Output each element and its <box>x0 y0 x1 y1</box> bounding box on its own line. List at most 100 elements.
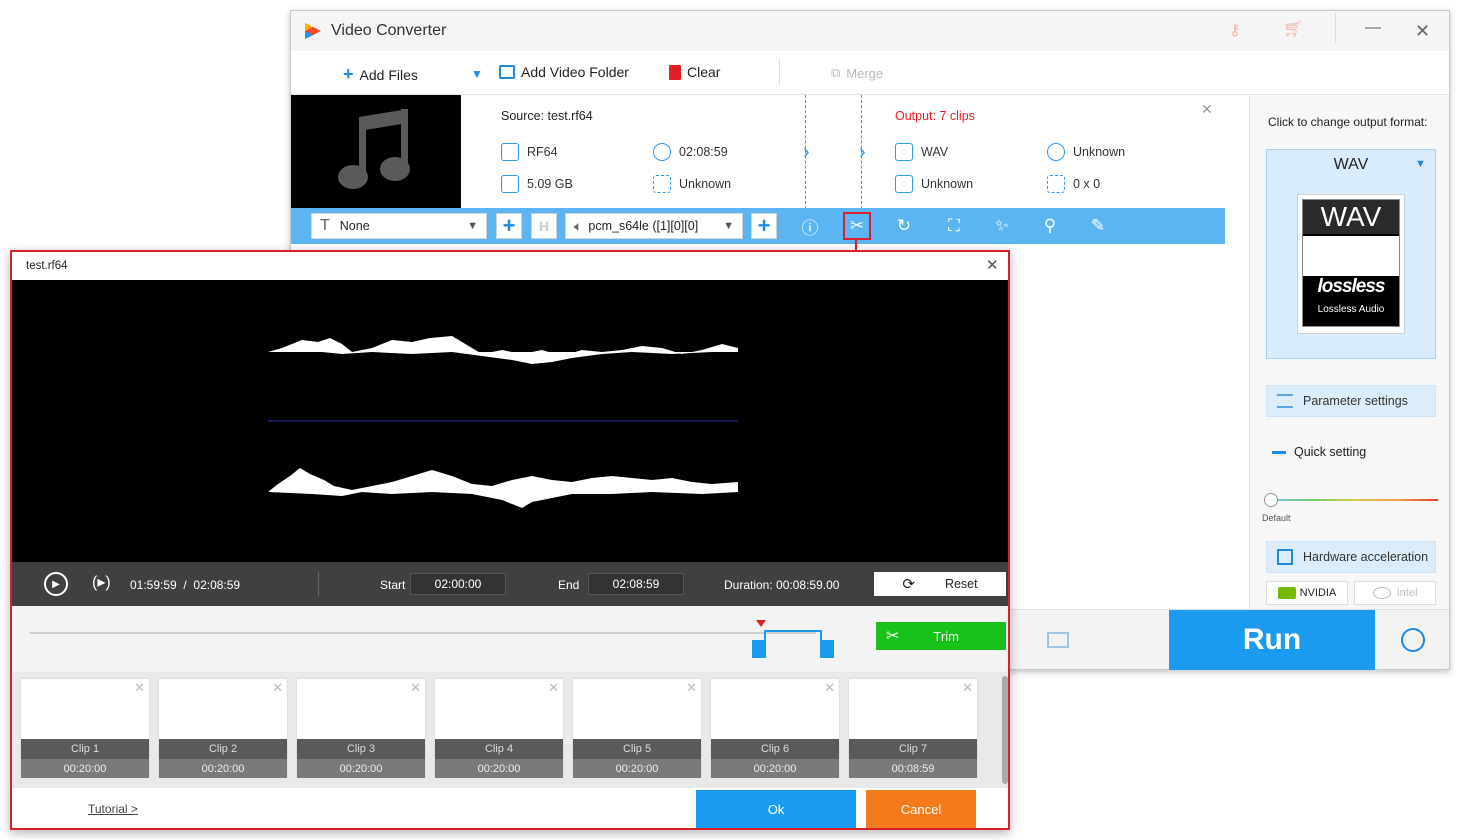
arrow-right-icon: › <box>859 141 866 163</box>
remove-clip-icon[interactable]: ✕ <box>134 680 145 696</box>
output-label: Output: 7 clips <box>895 109 975 123</box>
duration-value: 00:08:59.00 <box>776 578 840 592</box>
dialog-title: test.rf64 <box>26 260 68 272</box>
settings-sliders-icon <box>1277 394 1293 408</box>
trim-timeline[interactable] <box>30 632 816 634</box>
trim-label: Trim <box>933 628 959 644</box>
remove-clip-icon[interactable]: ✕ <box>824 680 835 696</box>
merge-icon: ⧉ <box>831 65 841 80</box>
source-resolution-value: Unknown <box>679 177 732 191</box>
clip-item[interactable]: ✕ Clip 1 00:20:00 <box>20 678 150 778</box>
audio-track-dropdown[interactable]: 🔈︎ pcm_s64le ([1][0][0] ▼ <box>565 213 743 239</box>
output-duration: Unknown <box>1047 143 1125 161</box>
clip-name: Clip 1 <box>21 739 149 759</box>
run-button[interactable]: Run <box>1169 610 1375 670</box>
output-format-selector[interactable]: WAV ▼ WAV lossless Lossless Audio <box>1266 149 1436 359</box>
folder-icon <box>499 65 515 79</box>
clip-item[interactable]: ✕ Clip 5 00:20:00 <box>572 678 702 778</box>
crop-icon[interactable]: ⛶ <box>941 213 967 239</box>
trim-dialog: test.rf64 ✕ ▶ (▸) 01:59:59 / 02:08:59 St… <box>10 250 1010 830</box>
intel-option[interactable]: Intel <box>1354 581 1436 605</box>
badge-wav-text: WAV <box>1303 200 1399 234</box>
merge-button[interactable]: ⧉ Merge <box>831 65 883 81</box>
scissors-icon[interactable]: ✂ <box>843 212 871 240</box>
reset-label: Reset <box>944 577 978 591</box>
current-time: 01:59:59 <box>130 578 177 592</box>
output-resolution: 0 x 0 <box>1047 175 1100 193</box>
controls-divider <box>318 572 319 596</box>
clip-name: Clip 3 <box>297 739 425 759</box>
end-time-input[interactable]: 02:08:59 <box>588 573 684 595</box>
alarm-clock-icon[interactable] <box>1401 628 1425 652</box>
nvidia-option[interactable]: NVIDIA <box>1266 581 1348 605</box>
subtitle-settings-button[interactable]: H <box>531 213 557 239</box>
add-files-dropdown-icon[interactable]: ▼ <box>471 67 483 81</box>
quality-slider-track[interactable] <box>1270 499 1438 501</box>
parameter-settings-button[interactable]: Parameter settings <box>1266 385 1436 417</box>
clip-item[interactable]: ✕ Clip 3 00:20:00 <box>296 678 426 778</box>
trim-selection <box>764 630 822 632</box>
change-format-label: Click to change output format: <box>1268 115 1428 129</box>
cancel-button[interactable]: Cancel <box>866 790 976 828</box>
add-audio-button[interactable]: + <box>751 213 777 239</box>
clip-item[interactable]: ✕ Clip 2 00:20:00 <box>158 678 288 778</box>
subtitle-dropdown[interactable]: T None ▼ <box>311 213 487 239</box>
trash-icon <box>669 64 681 80</box>
effects-wand-icon[interactable]: ✨︎ <box>989 213 1015 239</box>
clip-name: Clip 2 <box>159 739 287 759</box>
clip-item[interactable]: ✕ Clip 6 00:20:00 <box>710 678 840 778</box>
key-icon[interactable]: ⚷ <box>1229 20 1241 40</box>
trim-end-handle[interactable] <box>820 640 834 658</box>
ok-button[interactable]: Ok <box>696 790 856 828</box>
tutorial-link[interactable]: Tutorial > <box>88 802 138 816</box>
toolbar-divider <box>779 59 780 85</box>
file-row[interactable]: Source: test.rf64 RF64 02:08:59 5.09 GB … <box>291 95 1225 209</box>
next-frame-button[interactable]: (▸) <box>92 572 111 592</box>
nvidia-logo-icon <box>1277 587 1296 599</box>
remove-clip-icon[interactable]: ✕ <box>410 680 421 696</box>
format-badge-inner: WAV lossless Lossless Audio <box>1302 199 1400 327</box>
minimize-button[interactable]: — <box>1365 19 1381 37</box>
file-size-icon <box>501 175 519 193</box>
format-badge: WAV lossless Lossless Audio <box>1297 194 1405 334</box>
add-video-folder-button[interactable]: Add Video Folder <box>499 64 629 80</box>
clip-item[interactable]: ✕ Clip 7 00:08:59 <box>848 678 978 778</box>
add-files-button[interactable]: + Add Files <box>343 64 418 85</box>
close-button[interactable]: ✕ <box>1415 21 1430 42</box>
clip-name: Clip 5 <box>573 739 701 759</box>
hardware-acceleration-button[interactable]: Hardware acceleration <box>1266 541 1436 573</box>
remove-file-icon[interactable]: ✕ <box>1201 101 1213 118</box>
watermark-icon[interactable]: ⚲ <box>1037 213 1063 239</box>
play-button[interactable]: ▶ <box>44 572 68 596</box>
total-time: 02:08:59 <box>193 578 241 592</box>
remove-clip-icon[interactable]: ✕ <box>962 680 973 696</box>
intel-logo-icon <box>1372 587 1391 599</box>
output-folder-icon[interactable] <box>1047 632 1069 648</box>
dialog-close-button[interactable]: ✕ <box>986 256 999 274</box>
clip-duration: 00:20:00 <box>435 759 563 778</box>
edit-metadata-icon[interactable]: ✎ <box>1085 213 1111 239</box>
rotate-icon[interactable]: ↻ <box>891 213 917 239</box>
cart-icon[interactable]: 🛒︎ <box>1283 19 1303 39</box>
info-icon[interactable]: ⓘ <box>797 213 823 239</box>
remove-clip-icon[interactable]: ✕ <box>272 680 283 696</box>
clip-list-scrollbar[interactable] <box>1002 676 1008 784</box>
clip-duration: 00:20:00 <box>711 759 839 778</box>
plus-icon: + <box>343 64 354 84</box>
file-size-icon <box>895 175 913 193</box>
clear-button[interactable]: Clear <box>669 64 720 80</box>
clip-item[interactable]: ✕ Clip 4 00:20:00 <box>434 678 564 778</box>
remove-clip-icon[interactable]: ✕ <box>548 680 559 696</box>
arrow-right-icon: › <box>803 141 810 163</box>
start-time-input[interactable]: 02:00:00 <box>410 573 506 595</box>
quick-setting-label: Quick setting <box>1272 445 1366 459</box>
remove-clip-icon[interactable]: ✕ <box>686 680 697 696</box>
speaker-icon: 🔈︎ <box>574 217 583 234</box>
reset-button[interactable]: ⟳ Reset <box>874 572 1006 596</box>
trim-start-handle[interactable] <box>752 640 766 658</box>
quality-slider-handle[interactable] <box>1264 493 1278 507</box>
trim-button[interactable]: ✂ Trim <box>876 622 1006 650</box>
clock-icon <box>1047 143 1065 161</box>
playhead-marker[interactable] <box>756 620 766 627</box>
add-subtitle-button[interactable]: + <box>496 213 522 239</box>
